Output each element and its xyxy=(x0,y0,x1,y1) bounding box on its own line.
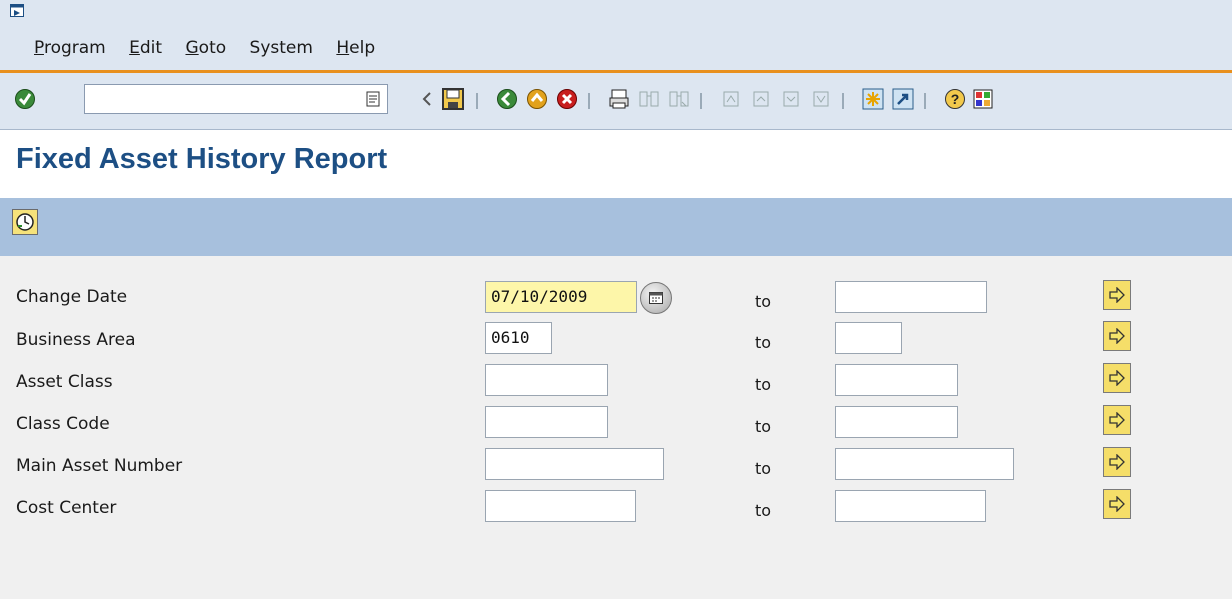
business-area-from-input[interactable]: 0610 xyxy=(485,322,552,354)
business-area-label: Business Area xyxy=(16,330,136,350)
arrow-right-icon xyxy=(1109,328,1125,344)
cancel-icon[interactable] xyxy=(554,86,580,112)
toolbar-separator xyxy=(700,93,702,109)
class-code-to-label: to xyxy=(755,417,772,436)
calendar-help-button[interactable] xyxy=(640,282,672,314)
asset-class-from-input[interactable] xyxy=(485,364,608,396)
business-area-multiple-selection-button[interactable] xyxy=(1103,321,1131,351)
toolbar-separator xyxy=(588,93,590,109)
change-date-label: Change Date xyxy=(16,287,128,307)
menu-edit[interactable]: Edit xyxy=(129,38,162,58)
menu-bar: Program Edit Goto System Help xyxy=(0,0,1232,70)
arrow-right-icon xyxy=(1109,370,1125,386)
arrow-right-icon xyxy=(1109,496,1125,512)
customize-layout-icon[interactable] xyxy=(970,86,996,112)
toolbar-separator xyxy=(842,93,844,109)
previous-page-icon xyxy=(748,86,774,112)
menu-help[interactable]: Help xyxy=(336,38,375,58)
page-title: Fixed Asset History Report xyxy=(16,143,388,175)
cost-center-to-input[interactable] xyxy=(835,490,986,522)
print-icon[interactable] xyxy=(606,86,632,112)
main-asset-number-label: Main Asset Number xyxy=(16,456,183,476)
arrow-right-icon xyxy=(1109,287,1125,303)
asset-class-multiple-selection-button[interactable] xyxy=(1103,363,1131,393)
exit-icon[interactable] xyxy=(524,86,550,112)
arrow-right-icon xyxy=(1109,454,1125,470)
class-code-label: Class Code xyxy=(16,414,110,434)
first-page-icon xyxy=(718,86,744,112)
command-input[interactable] xyxy=(89,86,363,114)
toolbar-separator xyxy=(924,93,926,109)
menu-goto[interactable]: Goto xyxy=(185,38,226,58)
save-icon[interactable] xyxy=(440,86,466,112)
cost-center-multiple-selection-button[interactable] xyxy=(1103,489,1131,519)
business-area-to-label: to xyxy=(755,333,772,352)
command-field[interactable] xyxy=(84,84,388,114)
command-history-icon[interactable] xyxy=(360,86,386,112)
cost-center-to-label: to xyxy=(755,501,772,520)
shortcut-icon[interactable] xyxy=(890,86,916,112)
help-icon[interactable]: ? xyxy=(942,86,968,112)
main-asset-number-from-input[interactable] xyxy=(485,448,664,480)
change-date-multiple-selection-button[interactable] xyxy=(1103,280,1131,310)
asset-class-to-input[interactable] xyxy=(835,364,958,396)
class-code-to-input[interactable] xyxy=(835,406,958,438)
menu-program[interactable]: Program xyxy=(34,38,106,58)
menu-system[interactable]: System xyxy=(250,38,313,58)
next-page-icon xyxy=(778,86,804,112)
main-asset-number-to-label: to xyxy=(755,459,772,478)
create-session-icon[interactable] xyxy=(860,86,886,112)
arrow-right-icon xyxy=(1109,412,1125,428)
standard-toolbar: ? xyxy=(0,73,1232,130)
cost-center-label: Cost Center xyxy=(16,498,117,518)
enter-icon[interactable] xyxy=(12,86,38,112)
calendar-icon xyxy=(649,292,663,304)
find-icon xyxy=(636,86,662,112)
main-asset-number-multiple-selection-button[interactable] xyxy=(1103,447,1131,477)
asset-class-to-label: to xyxy=(755,375,772,394)
system-menu-icon[interactable] xyxy=(10,4,24,17)
collapse-arrow-icon[interactable] xyxy=(414,86,440,112)
execute-button[interactable] xyxy=(12,209,38,235)
class-code-from-input[interactable] xyxy=(485,406,608,438)
find-next-icon xyxy=(666,86,692,112)
application-toolbar xyxy=(0,198,1232,256)
toolbar-separator xyxy=(476,93,478,109)
cost-center-from-input[interactable] xyxy=(485,490,636,522)
change-date-to-input[interactable] xyxy=(835,281,987,313)
class-code-multiple-selection-button[interactable] xyxy=(1103,405,1131,435)
business-area-to-input[interactable] xyxy=(835,322,902,354)
last-page-icon xyxy=(808,86,834,112)
menu-items: Program Edit Goto System Help xyxy=(34,38,393,58)
change-date-to-label: to xyxy=(755,292,772,311)
back-icon[interactable] xyxy=(494,86,520,112)
main-asset-number-to-input[interactable] xyxy=(835,448,1014,480)
execute-icon xyxy=(16,213,34,231)
change-date-from-input[interactable]: 07/10/2009 xyxy=(485,281,637,313)
asset-class-label: Asset Class xyxy=(16,372,113,392)
svg-text:?: ? xyxy=(951,91,960,107)
